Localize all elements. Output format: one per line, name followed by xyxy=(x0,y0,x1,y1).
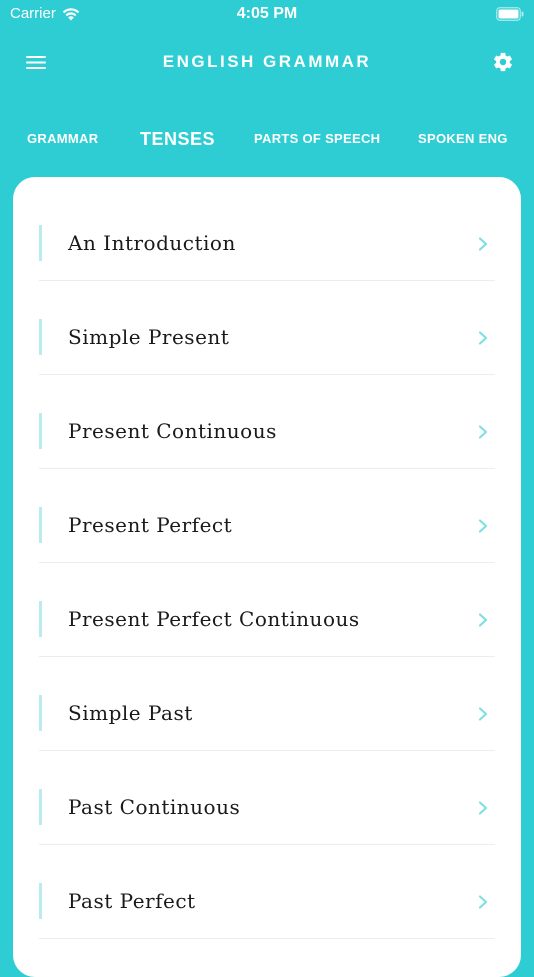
chevron-right-icon xyxy=(478,331,488,345)
item-label: Present Continuous xyxy=(68,419,277,443)
item-label: Simple Past xyxy=(68,701,193,725)
list-item-an-introduction[interactable]: An Introduction xyxy=(39,187,495,281)
item-label: An Introduction xyxy=(68,231,236,255)
status-time: 4:05 PM xyxy=(236,5,298,22)
item-accent-bar xyxy=(39,507,42,543)
tab-spoken-english[interactable]: SPOKEN ENG xyxy=(418,120,508,160)
app-header: ENGLISH GRAMMAR xyxy=(0,40,534,85)
list-item-present-perfect-continuous[interactable]: Present Perfect Continuous xyxy=(39,563,495,657)
list-item-present-continuous[interactable]: Present Continuous xyxy=(39,375,495,469)
item-label: Past Perfect xyxy=(68,889,196,913)
category-tabs: GRAMMAR TENSES PARTS OF SPEECH SPOKEN EN… xyxy=(0,120,534,160)
item-label: Present Perfect Continuous xyxy=(68,607,360,631)
gear-icon xyxy=(494,52,512,72)
item-label: Present Perfect xyxy=(68,513,233,537)
list-item-simple-present[interactable]: Simple Present xyxy=(39,281,495,375)
item-accent-bar xyxy=(39,319,42,355)
tenses-list-card: An Introduction Simple Present Present C… xyxy=(13,177,521,977)
chevron-right-icon xyxy=(478,425,488,439)
item-accent-bar xyxy=(39,883,42,919)
battery-icon xyxy=(496,7,524,21)
tab-parts-of-speech[interactable]: PARTS OF SPEECH xyxy=(254,120,380,160)
tab-grammar[interactable]: GRAMMAR xyxy=(27,120,98,160)
item-label: Simple Present xyxy=(68,325,230,349)
chevron-right-icon xyxy=(478,801,488,815)
chevron-right-icon xyxy=(478,519,488,533)
item-accent-bar xyxy=(39,789,42,825)
status-bar: Carrier 4:05 PM xyxy=(0,0,534,30)
chevron-right-icon xyxy=(478,895,488,909)
chevron-right-icon xyxy=(478,707,488,721)
settings-button[interactable] xyxy=(490,49,516,75)
item-accent-bar xyxy=(39,695,42,731)
item-accent-bar xyxy=(39,601,42,637)
item-label: Past Continuous xyxy=(68,795,241,819)
chevron-right-icon xyxy=(478,613,488,627)
item-accent-bar xyxy=(39,225,42,261)
list-item-past-continuous[interactable]: Past Continuous xyxy=(39,751,495,845)
app-title: ENGLISH GRAMMAR xyxy=(162,52,372,71)
list-item-past-perfect[interactable]: Past Perfect xyxy=(39,845,495,939)
tab-tenses[interactable]: TENSES xyxy=(140,120,215,160)
item-accent-bar xyxy=(39,413,42,449)
list-item-present-perfect[interactable]: Present Perfect xyxy=(39,469,495,563)
list-item-simple-past[interactable]: Simple Past xyxy=(39,657,495,751)
chevron-right-icon xyxy=(478,237,488,251)
